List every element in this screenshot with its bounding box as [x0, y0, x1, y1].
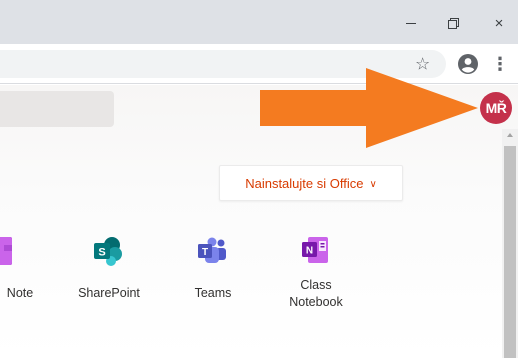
scroll-up-arrow-icon[interactable] — [507, 133, 513, 137]
svg-text:N: N — [306, 246, 313, 257]
install-office-label: Nainstalujte si Office — [245, 175, 364, 191]
chevron-down-icon: ∨ — [369, 178, 377, 190]
sharepoint-icon: S — [94, 237, 122, 266]
app-label-onenote: Note — [6, 286, 34, 300]
minimize-icon — [406, 22, 416, 24]
search-box[interactable] — [0, 91, 114, 127]
annotation-arrow-icon — [260, 68, 478, 148]
app-label-notebook: Notebook — [289, 295, 343, 309]
class-notebook-icon: N — [302, 237, 328, 263]
app-label-sharepoint: SharePoint — [78, 286, 140, 300]
scrollbar-thumb[interactable] — [504, 146, 516, 358]
teams-icon: T — [198, 237, 226, 263]
install-office-button[interactable]: Nainstalujte si Office ∨ — [219, 165, 403, 201]
browser-menu-button[interactable]: ⋮ — [488, 52, 512, 76]
close-window-button[interactable]: × — [486, 10, 512, 36]
app-label-class-notebook: Class Notebook — [271, 277, 361, 311]
app-label-teams: Teams — [194, 286, 232, 300]
more-vert-icon: ⋮ — [491, 53, 509, 74]
avatar[interactable]: MŘ — [480, 92, 512, 124]
svg-text:T: T — [202, 247, 208, 258]
minimize-button[interactable] — [398, 10, 424, 36]
window-titlebar: × — [0, 0, 518, 44]
restore-button[interactable] — [440, 10, 466, 36]
app-label-class: Class — [300, 278, 332, 292]
close-icon: × — [494, 14, 504, 32]
restore-icon — [447, 17, 459, 29]
onenote-icon — [0, 237, 12, 265]
svg-text:S: S — [98, 247, 105, 259]
page-scrollbar[interactable] — [502, 129, 518, 358]
